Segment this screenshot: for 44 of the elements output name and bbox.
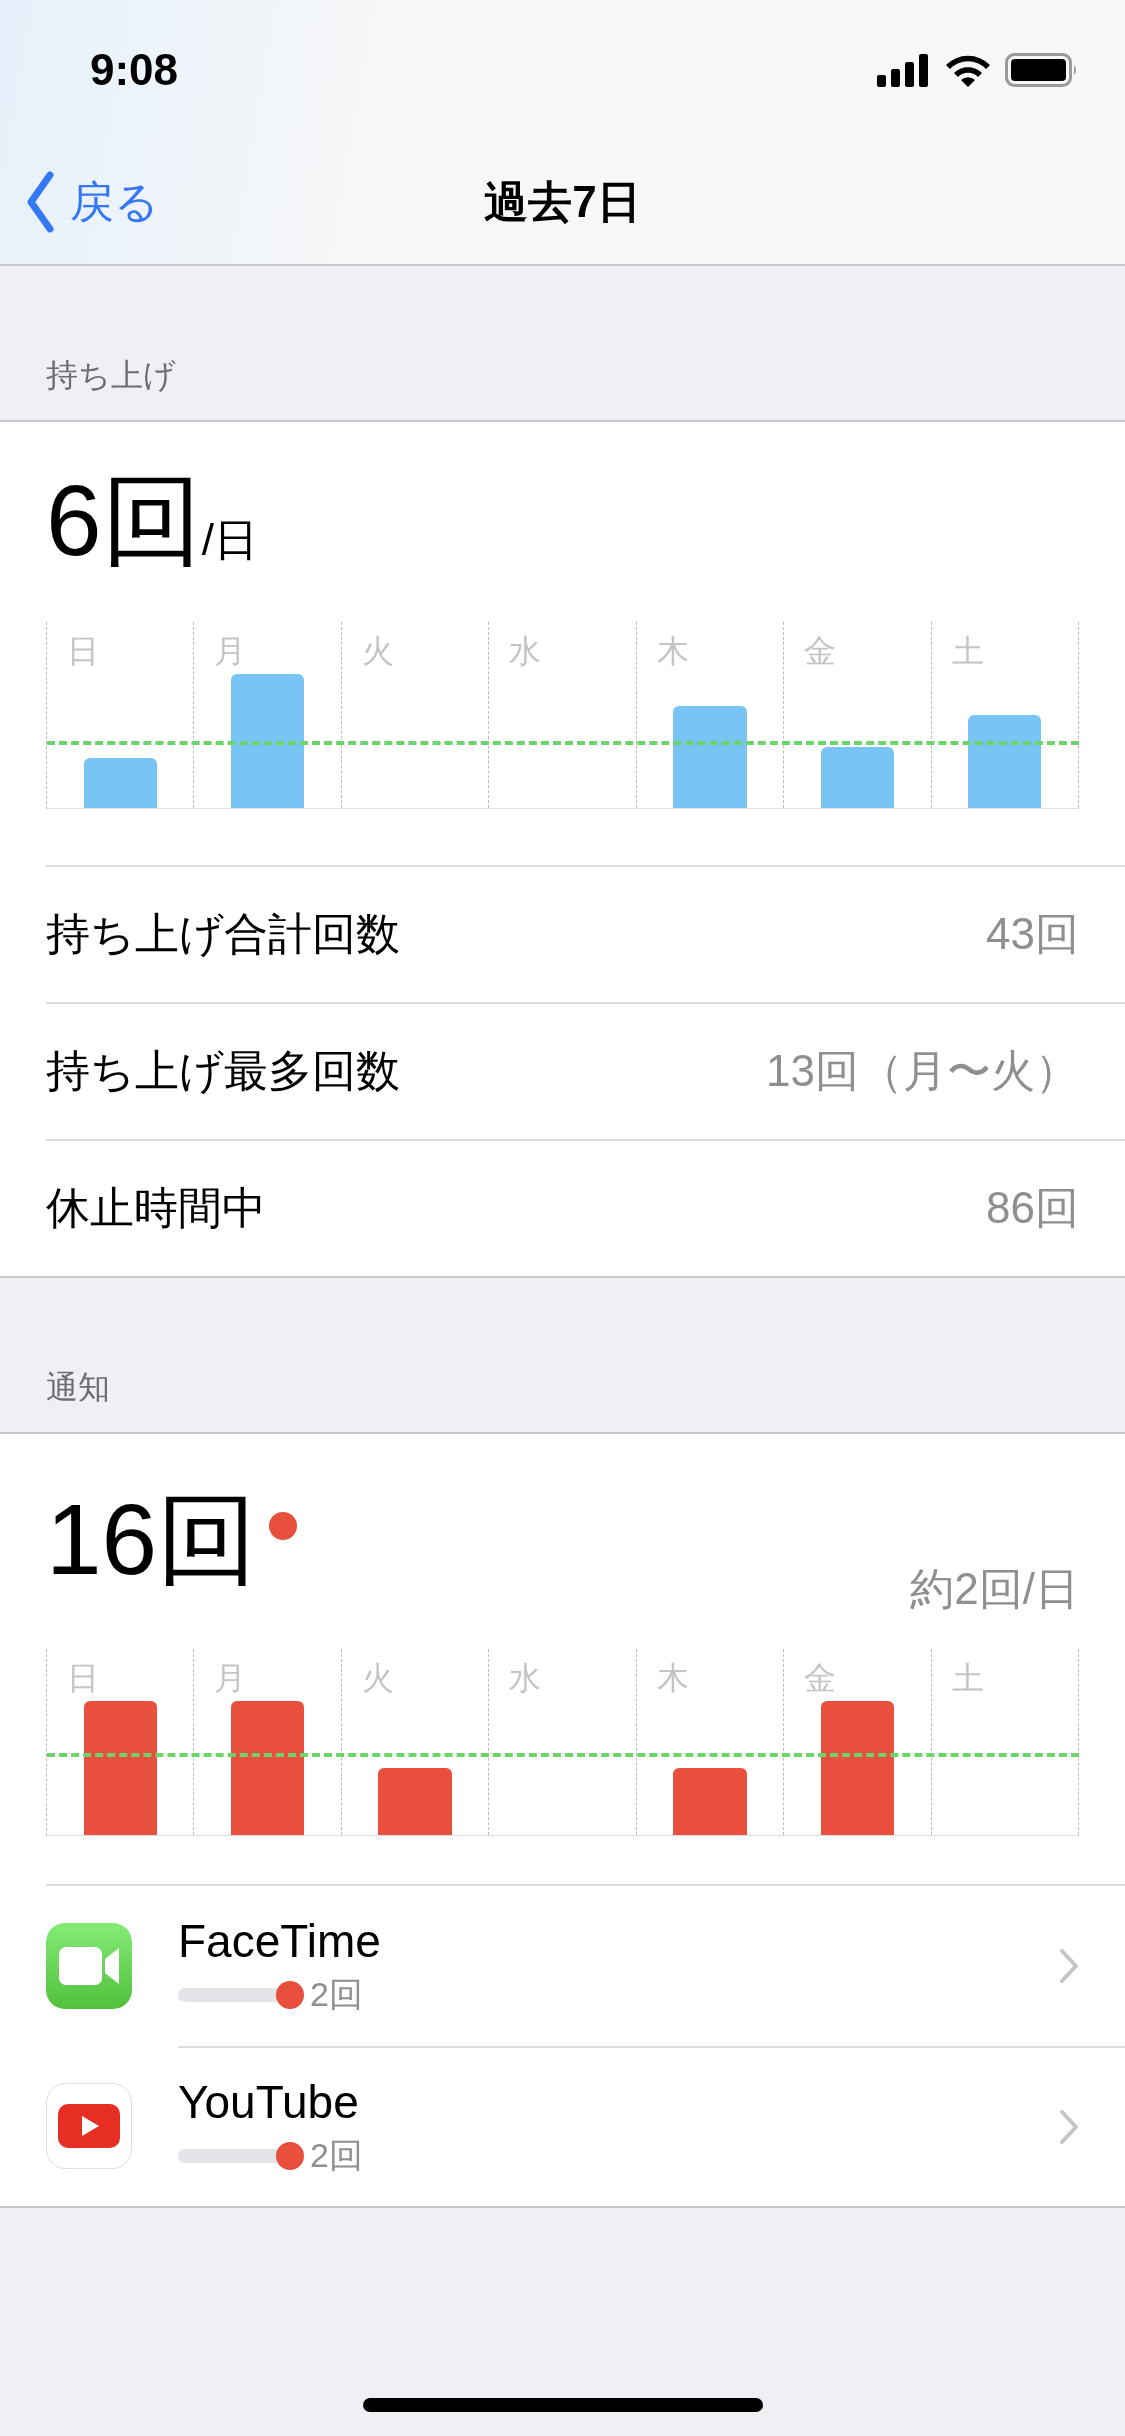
day-label: 月 xyxy=(214,1659,247,1698)
chevron-left-icon xyxy=(26,171,54,233)
day-label: 日 xyxy=(67,632,99,671)
usage-dot xyxy=(276,1981,304,2009)
day-label: 日 xyxy=(67,1659,99,1698)
row-label: 休止時間中 xyxy=(46,1182,266,1234)
day-label: 月 xyxy=(214,632,247,671)
day-label: 火 xyxy=(361,1659,394,1698)
app-name: FaceTime xyxy=(178,1914,382,1968)
app-name: YouTube xyxy=(178,2075,360,2129)
back-button[interactable]: 戻る xyxy=(0,171,159,233)
day-label: 火 xyxy=(361,632,394,671)
usage-dot xyxy=(276,2142,304,2170)
day-label: 水 xyxy=(509,632,542,671)
row-value: 43回 xyxy=(986,908,1079,960)
section-header: 通知 xyxy=(46,1368,110,1407)
daily-average: 約2回/日 xyxy=(910,1563,1079,1615)
page-title: 過去7日 xyxy=(484,175,641,228)
play-button-app-icon xyxy=(46,2083,132,2169)
notification-count: 2回 xyxy=(310,1974,363,2015)
day-label: 金 xyxy=(804,1659,837,1698)
day-label: 木 xyxy=(656,1659,689,1698)
day-label: 木 xyxy=(656,632,689,671)
video-camera-app-icon xyxy=(46,1923,132,2009)
app-row[interactable]: YouTube 2回 xyxy=(46,2046,1125,2206)
row-value: 13回（月〜火） xyxy=(766,1045,1079,1097)
pickups-per-day: 6回/日 xyxy=(46,454,258,590)
notifications-total: 16回 xyxy=(46,1482,258,1597)
status-time: 9:08 xyxy=(90,45,179,95)
row-value: 86回 xyxy=(986,1182,1079,1234)
day-label: 水 xyxy=(509,1659,542,1698)
day-label: 金 xyxy=(804,632,837,671)
row-label: 持ち上げ最多回数 xyxy=(46,1045,400,1097)
battery-icon xyxy=(1005,53,1079,87)
wifi-icon xyxy=(945,53,991,87)
section-header: 持ち上げ xyxy=(46,356,176,395)
signal-icon xyxy=(877,53,931,87)
day-label: 土 xyxy=(951,632,984,671)
chevron-right-icon xyxy=(1059,2109,1079,2145)
notification-count: 2回 xyxy=(310,2135,363,2176)
app-row[interactable]: FaceTime 2回 xyxy=(46,1886,1125,2046)
chevron-right-icon xyxy=(1059,1948,1079,1984)
row-label: 持ち上げ合計回数 xyxy=(46,908,400,960)
day-label: 土 xyxy=(951,1659,984,1698)
